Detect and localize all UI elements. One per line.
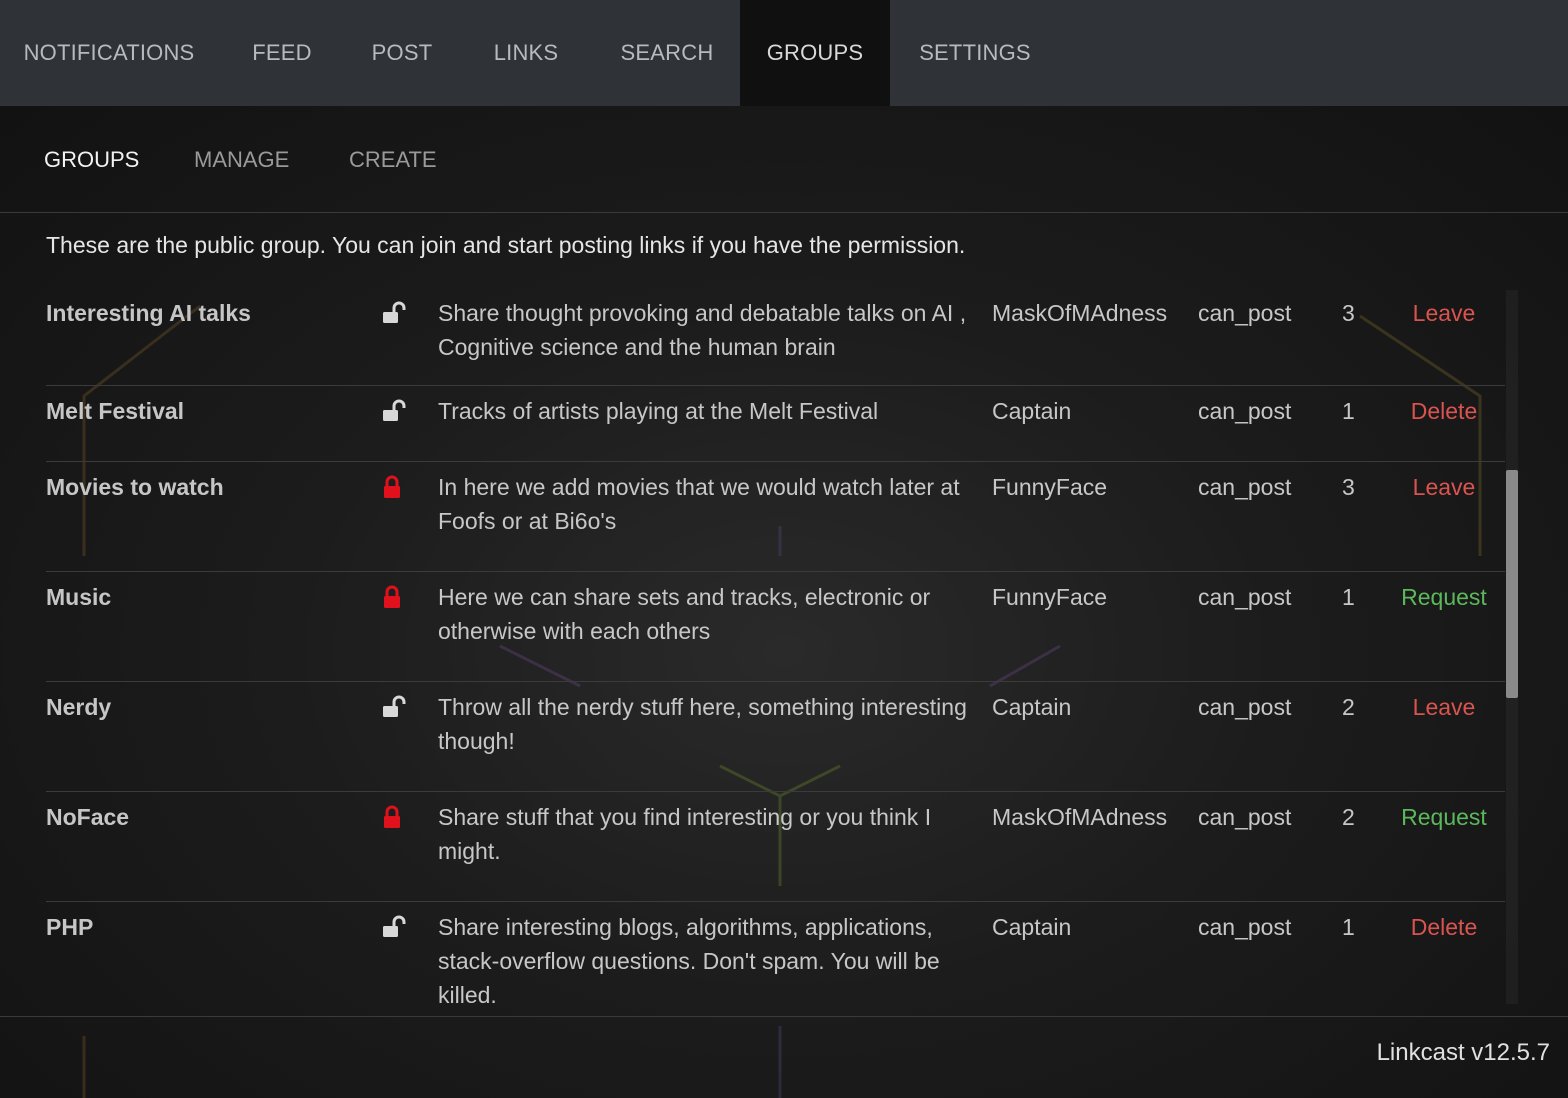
group-owner: FunnyFace (992, 584, 1108, 610)
group-description: Here we can share sets and tracks, elect… (438, 584, 931, 644)
locked-icon (382, 804, 406, 830)
group-owner: Captain (992, 694, 1072, 720)
group-member-count: 2 (1342, 694, 1355, 720)
tab-groups[interactable]: GROUPS (740, 0, 890, 106)
group-row: NoFace Share stuff that you find interest… (46, 792, 1505, 902)
unlocked-icon (382, 914, 406, 940)
group-row: Nerdy Throw all the nerdy stuff here, som… (46, 682, 1505, 792)
tab-search[interactable]: SEARCH (594, 0, 740, 106)
group-action-request-button[interactable]: Request (1386, 800, 1502, 834)
unlocked-icon (382, 398, 406, 424)
subtab-create[interactable]: CREATE (349, 106, 437, 213)
group-row: Movies to watch In here we add movies tha… (46, 462, 1505, 572)
group-permission: can_post (1198, 694, 1292, 720)
group-name[interactable]: NoFace (46, 800, 129, 834)
group-permission: can_post (1198, 914, 1292, 940)
tab-notifications[interactable]: NOTIFICATIONS (0, 0, 218, 106)
group-member-count: 3 (1342, 300, 1355, 326)
group-name[interactable]: PHP (46, 910, 93, 944)
app-version: Linkcast v12.5.7 (1376, 1039, 1550, 1066)
group-name[interactable]: Nerdy (46, 690, 111, 724)
group-owner: MaskOfMAdness (992, 300, 1168, 326)
group-owner: Captain (992, 398, 1072, 424)
group-owner: Captain (992, 914, 1072, 940)
group-permission: can_post (1198, 398, 1292, 424)
group-owner: FunnyFace (992, 474, 1108, 500)
group-owner: MaskOfMAdness (992, 804, 1168, 830)
subtab-groups[interactable]: GROUPS (44, 106, 139, 213)
tab-settings[interactable]: SETTINGS (890, 0, 1060, 106)
group-permission: can_post (1198, 300, 1292, 326)
group-description: Tracks of artists playing at the Melt Fe… (438, 398, 879, 424)
tab-links[interactable]: LINKS (458, 0, 594, 106)
group-member-count: 1 (1342, 914, 1355, 940)
group-permission: can_post (1198, 474, 1292, 500)
locked-icon (382, 474, 406, 500)
group-row: Melt Festival Tracks of artists playing a… (46, 386, 1505, 462)
group-member-count: 1 (1342, 584, 1355, 610)
group-description: Throw all the nerdy stuff here, somethin… (438, 694, 967, 754)
group-description: Share stuff that you find interesting or… (438, 804, 932, 864)
group-name[interactable]: Melt Festival (46, 394, 184, 428)
group-row: Interesting AI talks Share thought provok… (46, 288, 1505, 386)
group-name[interactable]: Movies to watch (46, 470, 224, 504)
group-member-count: 1 (1342, 398, 1355, 424)
group-action-leave-button[interactable]: Leave (1386, 470, 1502, 504)
group-row: PHP Share interesting blogs, algorithms, … (46, 902, 1505, 1004)
group-action-delete-button[interactable]: Delete (1386, 910, 1502, 944)
scrollbar-thumb[interactable] (1506, 470, 1518, 698)
footer: Linkcast v12.5.7 (0, 1016, 1568, 1098)
locked-icon (382, 584, 406, 610)
scrollbar[interactable] (1506, 290, 1518, 1004)
tab-post[interactable]: POST (346, 0, 458, 106)
group-member-count: 3 (1342, 474, 1355, 500)
unlocked-icon (382, 300, 406, 326)
subtab-manage[interactable]: MANAGE (194, 106, 289, 213)
group-name[interactable]: Interesting AI talks (46, 296, 251, 330)
group-description: In here we add movies that we would watc… (438, 474, 960, 534)
group-action-leave-button[interactable]: Leave (1386, 690, 1502, 724)
sub-nav: GROUPS MANAGE CREATE (0, 106, 1568, 213)
unlocked-icon (382, 694, 406, 720)
group-description: Share thought provoking and debatable ta… (438, 300, 967, 360)
group-row: Music Here we can share sets and tracks, … (46, 572, 1505, 682)
group-action-leave-button[interactable]: Leave (1386, 296, 1502, 330)
main-nav: NOTIFICATIONS FEED POST LINKS SEARCH GRO… (0, 0, 1568, 106)
group-description: Share interesting blogs, algorithms, app… (438, 914, 940, 1004)
group-member-count: 2 (1342, 804, 1355, 830)
intro-text: These are the public group. You can join… (46, 232, 966, 258)
group-permission: can_post (1198, 804, 1292, 830)
group-permission: can_post (1198, 584, 1292, 610)
group-action-delete-button[interactable]: Delete (1386, 394, 1502, 428)
group-action-request-button[interactable]: Request (1386, 580, 1502, 614)
tab-feed[interactable]: FEED (218, 0, 346, 106)
group-name[interactable]: Music (46, 580, 111, 614)
group-list[interactable]: Interesting AI talks Share thought provok… (0, 288, 1505, 1004)
